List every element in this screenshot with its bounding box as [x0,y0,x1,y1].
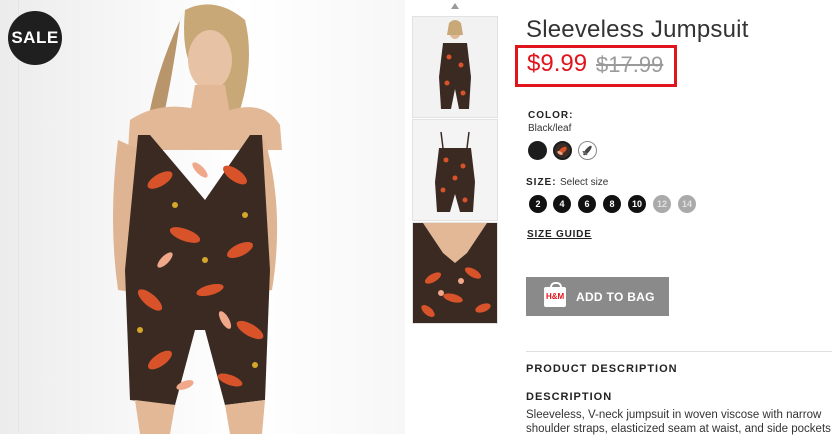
size-label: SIZE: [526,177,557,188]
thumbnail-model[interactable] [412,16,498,118]
size-hint: Select size [560,177,609,188]
size-option-2[interactable]: 2 [529,195,547,213]
sale-price: $9.99 [527,50,588,77]
size-option-10[interactable]: 10 [628,195,646,213]
color-swatch-black-leaf[interactable] [553,141,572,160]
thumbnail-scroll-up-icon[interactable] [451,3,459,9]
section-divider [526,351,832,352]
bag-icon-logo: H&M [546,291,565,301]
product-main-image[interactable]: SALE [0,0,405,434]
thumbnail-flat[interactable] [412,119,498,221]
shopping-bag-icon: H&M [544,281,566,307]
color-swatch-black[interactable] [528,141,547,160]
product-description-title: PRODUCT DESCRIPTION [526,363,678,375]
color-value: Black/leaf [528,123,572,134]
add-to-bag-button[interactable]: H&M ADD TO BAG [526,277,669,316]
size-option-4[interactable]: 4 [553,195,571,213]
leaf-pattern-icon [582,145,592,156]
product-title: Sleeveless Jumpsuit [526,16,749,43]
model-photo [113,4,282,434]
size-option-6[interactable]: 6 [578,195,596,213]
thumbnail-flat-image [413,120,497,220]
color-label: COLOR: [528,110,574,121]
sale-badge: SALE [8,11,62,65]
description-line-1: Sleeveless, V-neck jumpsuit in woven vis… [526,409,822,421]
thumbnail-model-image [413,17,497,117]
description-text: Sleeveless, V-neck jumpsuit in woven vis… [526,408,832,436]
add-to-bag-label: ADD TO BAG [576,289,655,304]
size-option-8[interactable]: 8 [603,195,621,213]
thumbnail-detail-image [413,223,497,323]
size-option-14[interactable]: 14 [678,195,696,213]
thumbnail-detail[interactable] [412,222,498,324]
size-option-12[interactable]: 12 [653,195,671,213]
description-heading: DESCRIPTION [526,391,613,403]
leaf-pattern-icon [557,146,567,155]
size-guide-link[interactable]: SIZE GUIDE [527,229,592,240]
color-swatch-white-leaf[interactable] [578,141,597,160]
original-price: $17.99 [596,52,664,77]
